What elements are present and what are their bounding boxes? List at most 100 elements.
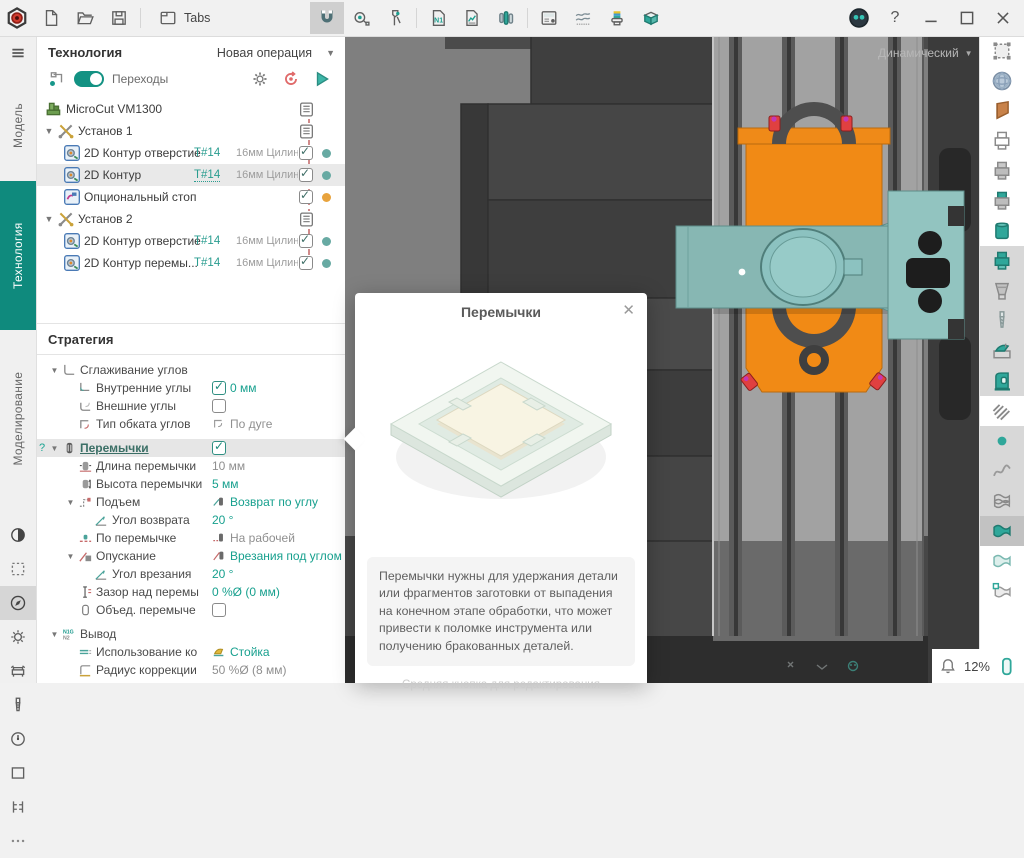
rt-flags-stack-button[interactable]: [980, 486, 1024, 516]
gear2-tool-button[interactable]: [0, 620, 36, 654]
rt-holder-tealtop-button[interactable]: [980, 186, 1024, 216]
screw-tool-button[interactable]: [0, 688, 36, 722]
rt-holder-gray-button[interactable]: [980, 156, 1024, 186]
statistics-button[interactable]: [566, 2, 600, 34]
param-value-text[interactable]: 5 мм: [212, 477, 239, 491]
notifications-bell-button[interactable]: [939, 657, 957, 675]
param-row-сглаживание-углов[interactable]: ▼Сглаживание углов: [36, 361, 345, 379]
printer-button[interactable]: [600, 2, 634, 34]
param-row-тип-обката-углов[interactable]: Тип обката угловПо дуге: [36, 415, 345, 433]
rt-cone-button[interactable]: [980, 276, 1024, 306]
help-button[interactable]: ?: [878, 3, 912, 33]
param-value-text[interactable]: 0 мм: [230, 381, 257, 395]
rt-flag-marker-button[interactable]: [980, 576, 1024, 606]
operation-settings-button[interactable]: [251, 70, 269, 88]
help-question-icon[interactable]: ?: [39, 442, 45, 454]
param-value[interactable]: 20 °: [212, 513, 233, 527]
contrast-tool-button[interactable]: [0, 518, 36, 552]
tree-row-microcut-vm1300[interactable]: MicroCut VM1300: [36, 98, 345, 120]
param-value[interactable]: [212, 399, 226, 413]
new-operation-dropdown[interactable]: Новая операция ▼: [217, 46, 335, 60]
rt-select-button[interactable]: [980, 36, 1024, 66]
caliper-button[interactable]: [378, 2, 412, 34]
transitions-toggle[interactable]: [74, 71, 104, 87]
param-row-внешние-углы[interactable]: Внешние углы: [36, 397, 345, 415]
param-value[interactable]: 20 °: [212, 567, 233, 581]
param-value[interactable]: На рабочей: [212, 531, 295, 545]
param-value-text[interactable]: 20 °: [212, 567, 233, 581]
tree-row-установ-2[interactable]: ▼Установ 2: [36, 208, 345, 230]
rt-machine-button[interactable]: [980, 366, 1024, 396]
tree-expand-chevron[interactable]: ▼: [42, 126, 56, 136]
param-expand-chevron[interactable]: ▼: [64, 498, 77, 507]
sidebar-tab-model[interactable]: Модель: [0, 70, 36, 181]
param-value-text[interactable]: По дуге: [230, 417, 272, 431]
tree-tool-number[interactable]: T#14: [194, 235, 220, 247]
param-row-вывод[interactable]: ▼N1GN2Вывод: [36, 625, 345, 643]
param-checkbox[interactable]: [212, 603, 226, 617]
rt-cam-part-button[interactable]: [980, 336, 1024, 366]
maximize-button[interactable]: [950, 3, 984, 33]
param-row-угол-возврата[interactable]: Угол возврата20 °: [36, 511, 345, 529]
param-value-text[interactable]: 0 %Ø (0 мм): [212, 585, 280, 599]
param-value[interactable]: По дуге: [212, 417, 272, 431]
control-panel-button[interactable]: [532, 2, 566, 34]
marquee-tool-button[interactable]: [0, 552, 36, 586]
param-value[interactable]: 50 %Ø (8 мм): [212, 663, 287, 677]
tree-row-checkbox[interactable]: [299, 190, 313, 204]
rt-cylinder-teal-button[interactable]: [980, 216, 1024, 246]
close-button[interactable]: [986, 3, 1020, 33]
param-checkbox[interactable]: [212, 399, 226, 413]
tree-row-checkbox[interactable]: [299, 256, 313, 270]
tree-row-2d-контур-отверстие[interactable]: 2D Контур отверстиеT#1416мм Цилин,: [36, 230, 345, 252]
tree-row-установ-1[interactable]: ▼Установ 1: [36, 120, 345, 142]
operation-list-icon[interactable]: [298, 101, 315, 118]
param-value-text[interactable]: Возврат по углу: [230, 495, 318, 509]
rt-flag-teal-button[interactable]: [980, 516, 1024, 546]
tree-tool-number[interactable]: T#14: [194, 169, 220, 182]
tree-tool-number[interactable]: T#14: [194, 147, 220, 159]
report-button[interactable]: [455, 2, 489, 34]
sidebar-tab-simulation[interactable]: Моделирование: [0, 330, 36, 508]
tree-row-checkbox[interactable]: [299, 168, 313, 182]
tree-tool-number[interactable]: T#14: [194, 257, 220, 269]
operations-structure-icon[interactable]: [48, 70, 66, 88]
stock-tool-button[interactable]: [0, 756, 36, 790]
param-value[interactable]: Стойка: [212, 645, 270, 659]
rt-holder-white-button[interactable]: [980, 126, 1024, 156]
tree-row-checkbox[interactable]: [299, 146, 313, 160]
nc-program-button[interactable]: N1: [421, 2, 455, 34]
param-row-перемычки[interactable]: ?▼Перемычки: [36, 439, 345, 457]
tree-expand-chevron[interactable]: ▼: [42, 214, 56, 224]
param-row-использование-ко[interactable]: Использование коСтойка: [36, 643, 345, 661]
measure-tape-button[interactable]: [344, 2, 378, 34]
param-value-text[interactable]: 10 мм: [212, 459, 245, 473]
param-expand-chevron[interactable]: ▼: [64, 552, 77, 561]
box-button[interactable]: [634, 2, 668, 34]
param-value-text[interactable]: 50 %Ø (8 мм): [212, 663, 287, 677]
param-value[interactable]: [212, 603, 226, 617]
worktable-tool-button[interactable]: [0, 654, 36, 688]
param-value-text[interactable]: Врезания под углом: [230, 549, 342, 563]
rt-hatch-button[interactable]: [980, 396, 1024, 426]
param-row-угол-врезания[interactable]: Угол врезания20 °: [36, 565, 345, 583]
app-logo[interactable]: [0, 2, 34, 34]
open-file-button[interactable]: [68, 2, 102, 34]
param-value-text[interactable]: 20 °: [212, 513, 233, 527]
rt-spline-button[interactable]: [980, 456, 1024, 486]
tree-row-2d-контур[interactable]: 2D КонтурT#1416мм Цилин,: [36, 164, 345, 186]
param-row-по-перемычке[interactable]: По перемычкеНа рабочей: [36, 529, 345, 547]
param-row-объед-перемыче[interactable]: Объед. перемыче: [36, 601, 345, 619]
param-row-опускание[interactable]: ▼ОпусканиеВрезания под углом: [36, 547, 345, 565]
param-value[interactable]: Врезания под углом: [212, 549, 342, 563]
rt-flag-light-button[interactable]: [980, 546, 1024, 576]
magnet-button[interactable]: [310, 2, 344, 34]
rt-dot-button[interactable]: [980, 426, 1024, 456]
param-row-зазор-над-перемы[interactable]: Зазор над перемы0 %Ø (0 мм): [36, 583, 345, 601]
more-dots-tool-button[interactable]: [0, 824, 36, 858]
popup-close-button[interactable]: ✕: [622, 303, 635, 318]
rt-drill-button[interactable]: [980, 306, 1024, 336]
run-simulation-button[interactable]: [313, 70, 331, 88]
view-mode-dropdown[interactable]: Динамический ▼: [878, 46, 973, 60]
rt-sphere-button[interactable]: [980, 66, 1024, 96]
